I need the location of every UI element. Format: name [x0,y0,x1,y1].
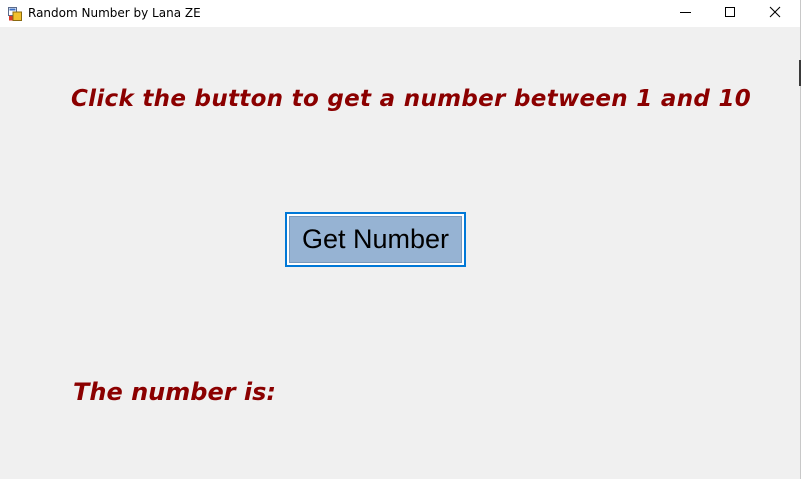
minimize-icon [680,12,691,13]
winforms-app-icon [8,6,22,21]
close-icon [769,6,781,18]
close-button[interactable] [753,0,798,27]
maximize-icon [725,7,735,17]
maximize-button[interactable] [708,0,753,27]
app-window: Random Number by Lana ZE Click the butto… [0,0,801,479]
minimize-button[interactable] [663,0,708,27]
window-title: Random Number by Lana ZE [28,6,201,20]
title-bar[interactable]: Random Number by Lana ZE [0,0,800,27]
instruction-label: Click the button to get a number between… [71,86,752,112]
get-number-button[interactable]: Get Number [285,212,466,267]
get-number-button-label: Get Number [289,216,462,263]
result-label: The number is: [73,378,277,406]
